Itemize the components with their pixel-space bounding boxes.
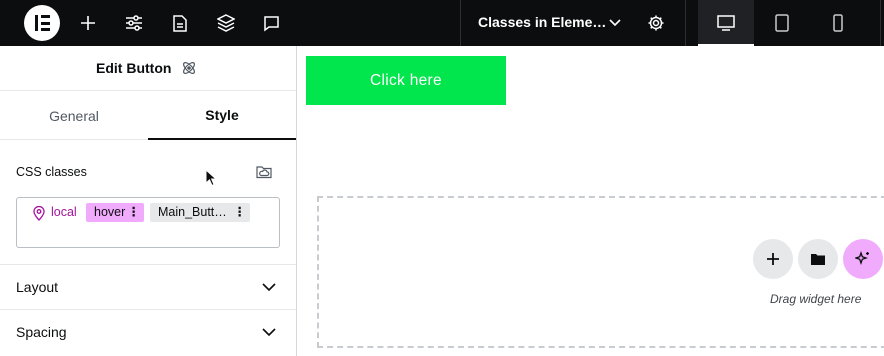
editor-panel: Edit Button General Style CSS classes lo… — [0, 46, 297, 356]
location-pin-icon — [33, 205, 45, 226]
panel-title: Edit Button — [96, 60, 172, 76]
divider — [880, 0, 881, 46]
class-chip-hover[interactable]: hover ⋮ — [86, 203, 144, 222]
divider — [685, 0, 686, 46]
editor-canvas: Click here Drag widget here — [298, 46, 884, 356]
section-label: Spacing — [16, 324, 67, 340]
chevron-down-icon[interactable] — [602, 10, 628, 36]
tab-general[interactable]: General — [0, 91, 148, 140]
panel-tabs: General Style — [0, 91, 296, 140]
more-vertical-icon[interactable]: ⋮ — [128, 203, 141, 222]
chevron-down-icon[interactable] — [262, 324, 276, 342]
add-section-button[interactable] — [753, 239, 793, 279]
section-layout[interactable]: Layout — [0, 264, 296, 309]
atom-icon — [181, 60, 197, 81]
chip-label: Main_Butt… — [158, 205, 227, 219]
tablet-icon[interactable] — [769, 10, 795, 36]
tab-style[interactable]: Style — [148, 91, 296, 140]
drag-widget-hint: Drag widget here — [770, 292, 862, 306]
desktop-icon[interactable] — [713, 10, 739, 36]
document-title[interactable]: Classes in Eleme… — [478, 14, 606, 30]
css-classes-input[interactable]: local hover ⋮ Main_Butt… ⋮ — [16, 197, 280, 248]
section-spacing[interactable]: Spacing — [0, 309, 296, 354]
divider — [460, 0, 461, 46]
plus-icon[interactable] — [75, 10, 101, 36]
css-classes-label: CSS classes — [16, 165, 87, 179]
section-label: Layout — [16, 279, 59, 295]
local-label[interactable]: local — [51, 205, 77, 219]
template-library-button[interactable] — [798, 239, 838, 279]
top-bar: Classes in Eleme… — [0, 0, 884, 46]
more-vertical-icon[interactable]: ⋮ — [234, 203, 247, 222]
folder-cloud-icon[interactable] — [256, 165, 272, 184]
elementor-logo-icon[interactable] — [24, 5, 60, 41]
chip-label: hover — [94, 205, 126, 219]
ai-sparkle-button[interactable] — [843, 239, 883, 279]
panel-header: Edit Button — [0, 46, 296, 91]
page-icon[interactable] — [167, 10, 193, 36]
widget-drop-area[interactable] — [317, 196, 884, 348]
comment-icon[interactable] — [258, 10, 284, 36]
layers-icon[interactable] — [213, 10, 239, 36]
class-chip-main-button[interactable]: Main_Butt… ⋮ — [150, 203, 250, 222]
chevron-down-icon[interactable] — [262, 279, 276, 297]
gear-icon[interactable] — [643, 10, 669, 36]
sliders-icon[interactable] — [121, 10, 147, 36]
click-here-button[interactable]: Click here — [306, 56, 506, 105]
mobile-icon[interactable] — [825, 10, 851, 36]
mouse-cursor-icon — [205, 168, 218, 192]
